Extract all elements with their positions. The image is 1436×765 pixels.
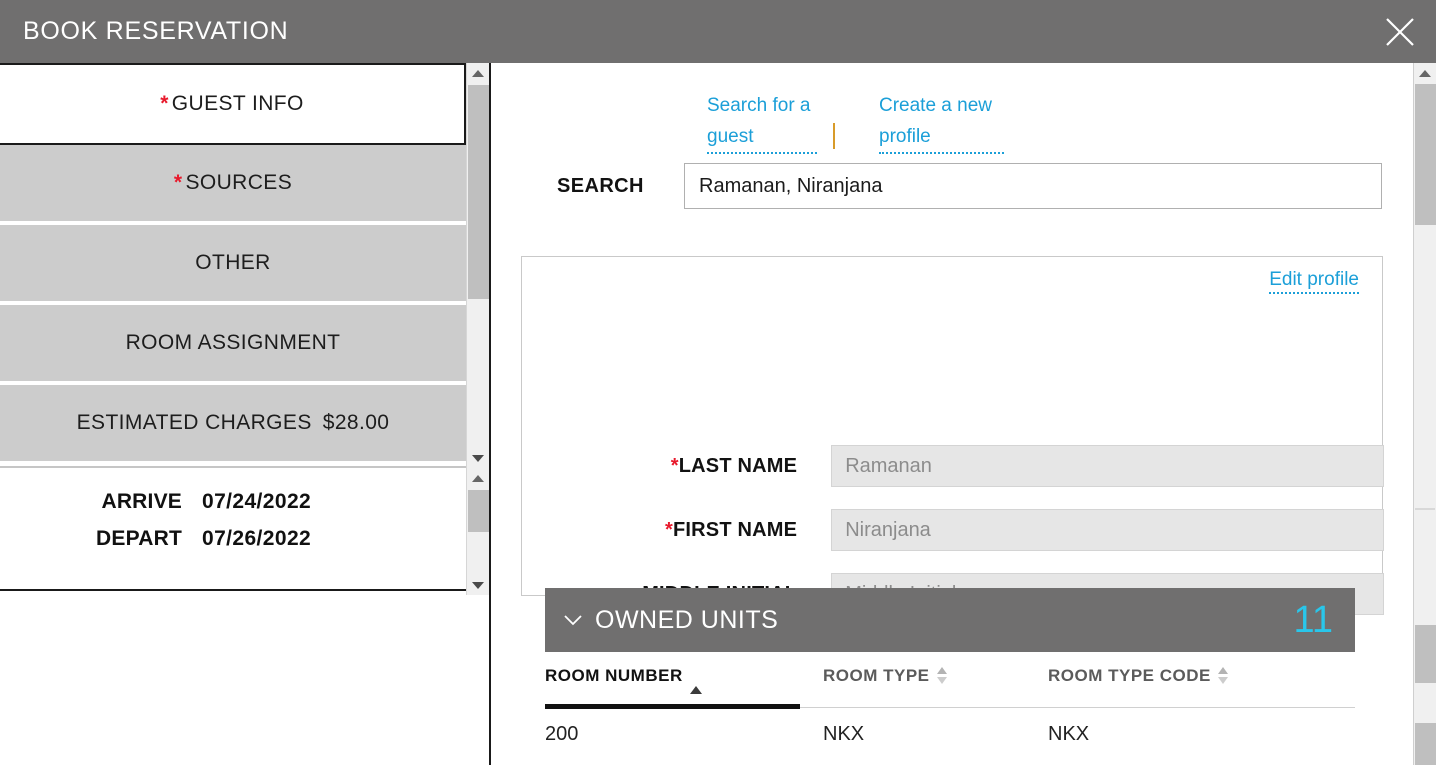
sort-ascending-icon[interactable] xyxy=(689,667,702,694)
search-row: SEARCH xyxy=(491,163,1413,213)
scrollbar-thumb-tertiary[interactable] xyxy=(1415,723,1436,765)
depart-row: DEPART 07/26/2022 xyxy=(0,527,466,551)
create-new-profile-link[interactable]: Create a new profile xyxy=(879,90,1004,154)
search-input[interactable] xyxy=(684,163,1382,209)
scroll-down-arrow-icon[interactable] xyxy=(467,575,489,595)
arrive-label: ARRIVE xyxy=(101,490,182,513)
owned-units-count: 11 xyxy=(1293,599,1333,641)
sidebar-item-estimated-charges-label: ESTIMATED CHARGES $28.00 xyxy=(76,411,390,434)
required-asterisk: * xyxy=(173,171,183,194)
required-asterisk: * xyxy=(665,518,673,541)
arrive-row: ARRIVE 07/24/2022 xyxy=(0,490,466,514)
column-header-room-type[interactable]: ROOM TYPE xyxy=(823,666,1048,686)
sort-toggle-icon[interactable] xyxy=(936,667,947,684)
column-header-room-type-code[interactable]: ROOM TYPE CODE xyxy=(1048,666,1288,686)
owned-units-table: ROOM NUMBER ROOM TYPE ROOM TYPE CODE 200… xyxy=(545,652,1355,760)
table-row[interactable]: 200 NKX NKX xyxy=(545,708,1355,760)
sidebar-item-sources[interactable]: * SOURCES xyxy=(0,145,466,225)
scroll-up-arrow-icon[interactable] xyxy=(467,468,489,488)
sidebar-item-sources-label: * SOURCES xyxy=(173,171,293,194)
column-header-room-number-label: ROOM NUMBER xyxy=(545,666,683,685)
arrive-value: 07/24/2022 xyxy=(202,490,312,513)
required-asterisk: * xyxy=(670,454,679,477)
active-sort-underline xyxy=(545,704,800,709)
sidebar-item-guest-info-label: * GUEST INFO xyxy=(160,92,304,115)
link-separator xyxy=(833,123,835,149)
search-label: SEARCH xyxy=(557,175,644,197)
close-icon[interactable] xyxy=(1378,10,1422,54)
cell-room-number: 200 xyxy=(545,722,579,745)
first-name-field[interactable] xyxy=(831,509,1384,551)
depart-value: 07/26/2022 xyxy=(202,527,312,550)
first-name-label: *FIRST NAME xyxy=(665,518,798,541)
sidebar-item-room-assignment[interactable]: ROOM ASSIGNMENT xyxy=(0,305,466,385)
sidebar-dates-scrollbar[interactable] xyxy=(466,468,489,595)
guest-profile-card: Edit profile *LAST NAME *FIRST NAME MIDD… xyxy=(521,256,1384,615)
column-header-room-number[interactable]: ROOM NUMBER xyxy=(545,666,823,709)
last-name-row: *LAST NAME xyxy=(522,444,1384,488)
cell-room-type: NKX xyxy=(823,722,865,745)
depart-label: DEPART xyxy=(96,527,182,550)
table-header-row: ROOM NUMBER ROOM TYPE ROOM TYPE CODE xyxy=(545,652,1355,709)
sidebar-item-other-label: OTHER xyxy=(195,251,271,274)
reservation-dates: ARRIVE 07/24/2022 DEPART 07/26/2022 xyxy=(0,468,466,551)
last-name-label: *LAST NAME xyxy=(670,454,798,477)
required-asterisk: * xyxy=(160,92,169,115)
sidebar-item-room-assignment-label: ROOM ASSIGNMENT xyxy=(125,331,341,354)
scrollbar-thumb[interactable] xyxy=(468,490,489,532)
last-name-field[interactable] xyxy=(831,445,1384,487)
first-name-row: *FIRST NAME xyxy=(522,508,1384,552)
main-scrollbar[interactable] xyxy=(1413,63,1436,765)
owned-units-header[interactable]: OWNED UNITS 11 xyxy=(545,588,1355,652)
scroll-down-arrow-icon[interactable] xyxy=(467,448,489,468)
search-for-guest-link[interactable]: Search for a guest xyxy=(707,90,817,154)
dialog-title-bar: BOOK RESERVATION xyxy=(0,0,1436,63)
scrollbar-tick xyxy=(1415,508,1435,510)
main-content: Search for a guest Create a new profile … xyxy=(491,63,1413,765)
owned-units-title: OWNED UNITS xyxy=(595,605,779,634)
column-header-room-type-label: ROOM TYPE xyxy=(823,666,930,685)
sidebar-item-estimated-charges[interactable]: ESTIMATED CHARGES $28.00 xyxy=(0,385,466,465)
scrollbar-thumb[interactable] xyxy=(468,85,489,299)
sidebar-bottom-border xyxy=(0,589,491,591)
book-reservation-dialog: BOOK RESERVATION * GUEST INFO * SOURCES OT… xyxy=(0,0,1436,765)
sidebar-item-other[interactable]: OTHER xyxy=(0,225,466,305)
column-header-room-type-code-label: ROOM TYPE CODE xyxy=(1048,666,1211,685)
scrollbar-thumb-secondary[interactable] xyxy=(1415,625,1436,683)
sidebar-item-guest-info[interactable]: * GUEST INFO xyxy=(0,63,466,145)
edit-profile-link[interactable]: Edit profile xyxy=(1269,268,1359,294)
page-title: BOOK RESERVATION xyxy=(23,17,289,45)
scroll-up-arrow-icon[interactable] xyxy=(467,63,489,83)
sort-toggle-icon[interactable] xyxy=(1217,667,1228,684)
chevron-down-icon[interactable] xyxy=(562,609,584,631)
sidebar: * GUEST INFO * SOURCES OTHER ROOM ASSIGNME… xyxy=(0,63,466,765)
estimated-charges-amount: $28.00 xyxy=(322,411,390,434)
scroll-up-arrow-icon[interactable] xyxy=(1414,63,1436,83)
sidebar-tabs-scrollbar[interactable] xyxy=(466,63,489,468)
scrollbar-thumb[interactable] xyxy=(1415,84,1436,225)
cell-room-type-code: NKX xyxy=(1048,722,1090,745)
